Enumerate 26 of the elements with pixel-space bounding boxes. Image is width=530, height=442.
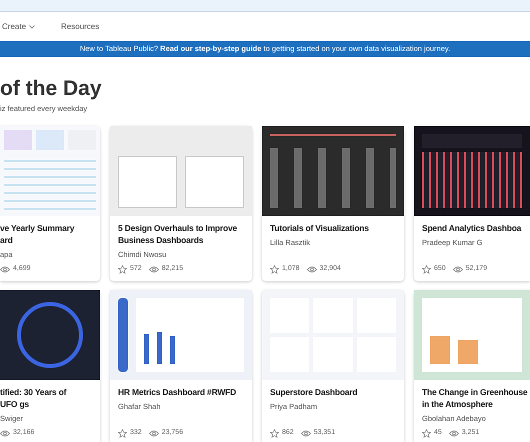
nav-link[interactable]: Resources <box>61 20 100 32</box>
chevron-down-icon <box>29 24 36 28</box>
eye-icon <box>306 266 317 272</box>
section-heading: of the Day <box>0 77 102 101</box>
viz-title: The Change in Greenhouse in the Atmosphere <box>422 386 528 410</box>
star-icon <box>422 428 431 438</box>
star-icon <box>422 264 431 274</box>
viz-title: Tutorials of Visualizations <box>270 222 369 234</box>
viz-title: Superstore Dashboard <box>270 386 358 398</box>
eye-icon <box>448 430 459 436</box>
eye-icon <box>0 266 10 272</box>
eye-icon <box>452 266 463 272</box>
eye-icon <box>148 266 159 272</box>
star-icon <box>270 428 279 438</box>
eye-icon <box>0 430 10 436</box>
viz-title: HR Metrics Dashboard #RWFD <box>118 386 236 398</box>
star-icon <box>118 264 127 274</box>
create-menu[interactable]: Create <box>2 20 36 32</box>
viz-title: 5 Design Overhauls to Improve Business Dashboards <box>118 222 238 246</box>
eye-icon <box>148 430 159 436</box>
viz-title: ve Yearly Summary ard <box>0 222 76 246</box>
star-icon <box>270 264 279 274</box>
viz-title: tified: 30 Years of UFO gs <box>0 386 68 410</box>
eye-icon <box>300 430 311 436</box>
star-icon <box>118 428 127 438</box>
viz-title: Spend Analytics Dashboa <box>422 222 522 234</box>
